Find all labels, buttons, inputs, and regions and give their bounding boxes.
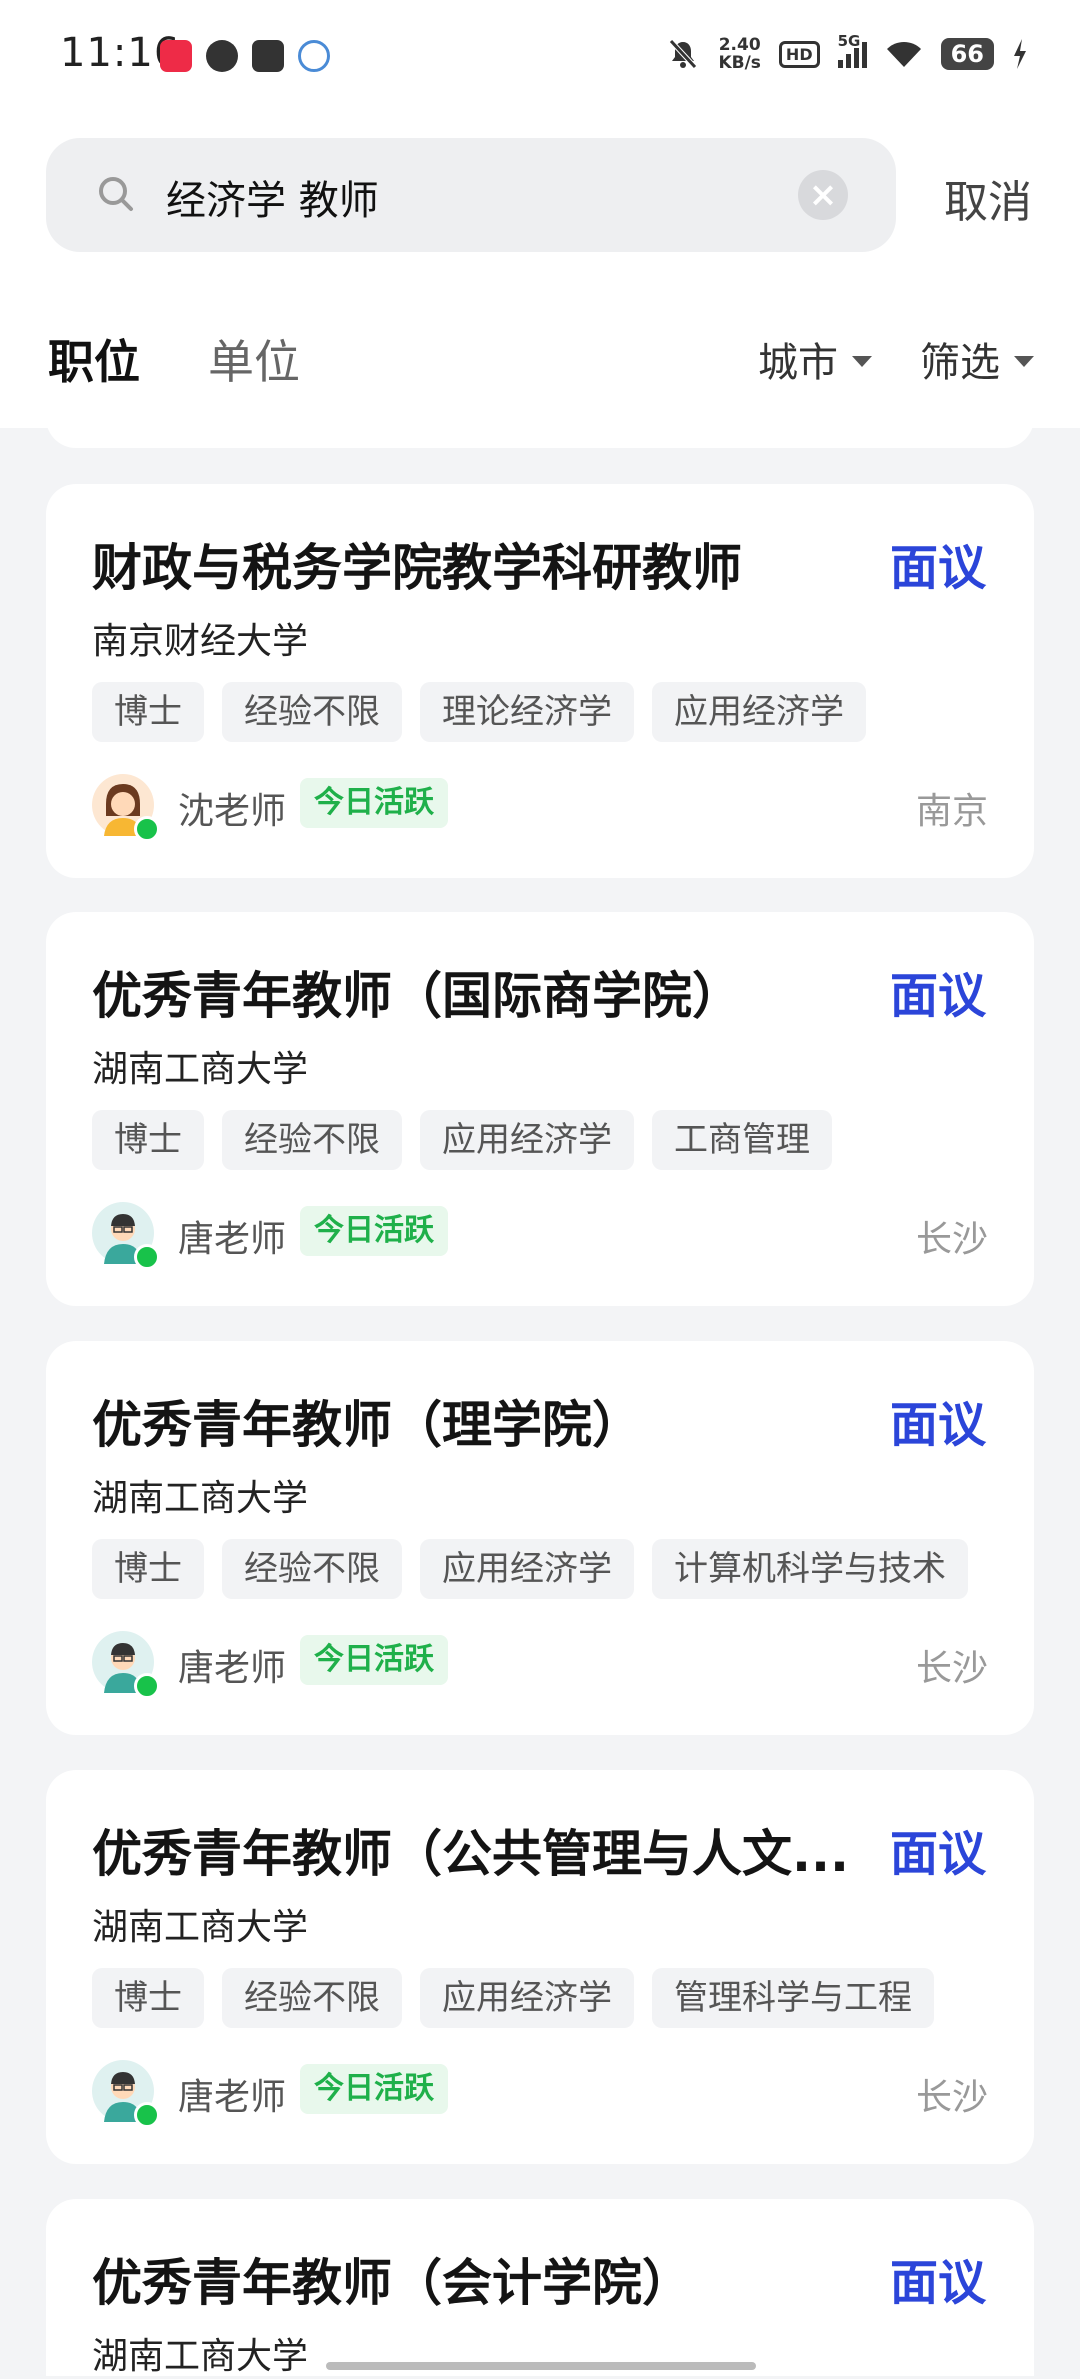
mute-bell-icon — [669, 39, 698, 69]
tag: 博士 — [92, 1968, 204, 2028]
city-filter-label: 城市 — [758, 340, 838, 386]
wifi-icon — [886, 41, 921, 67]
leaf-app-icon — [206, 40, 238, 72]
recruiter-row: 沈老师 今日活跃 南京 — [92, 774, 988, 842]
job-card[interactable]: 优秀青年教师（公共管理与人文... 面议 湖南工商大学 博士 经验不限 应用经济… — [46, 1770, 1034, 2164]
cancel-button[interactable]: 取消 — [944, 166, 1032, 230]
mail-app-icon — [252, 40, 284, 72]
chat-app-icon — [298, 40, 330, 72]
online-status-dot — [134, 1673, 160, 1699]
salary: 面议 — [889, 2255, 986, 2311]
job-city: 长沙 — [915, 1219, 988, 1260]
recruiter-name: 唐老师 — [178, 1648, 287, 1689]
organization-name: 湖南工商大学 — [92, 1478, 309, 1519]
caret-down-icon — [1014, 355, 1034, 367]
recruiter-name: 唐老师 — [178, 2077, 287, 2118]
salary: 面议 — [889, 1826, 986, 1882]
online-status-dot — [134, 816, 160, 842]
recruiter-row: 唐老师 今日活跃 长沙 — [92, 2060, 988, 2128]
tag: 管理科学与工程 — [652, 1968, 934, 2028]
job-city: 长沙 — [915, 2077, 988, 2118]
tag: 理论经济学 — [420, 682, 634, 742]
active-badge: 今日活跃 — [300, 778, 448, 828]
recruiter-row: 唐老师 今日活跃 长沙 — [92, 1631, 988, 1699]
organization-name: 湖南工商大学 — [92, 1049, 309, 1090]
tab-positions[interactable]: 职位 — [48, 326, 140, 392]
recruiter-name: 沈老师 — [178, 791, 287, 832]
speed-unit: KB/s — [718, 53, 761, 73]
recruiter-name: 唐老师 — [178, 1219, 287, 1260]
battery-icon: 66 — [940, 38, 994, 70]
active-badge: 今日活跃 — [300, 1206, 448, 1256]
online-status-dot — [134, 1244, 160, 1270]
network-type: 5G — [837, 32, 861, 50]
search-icon — [99, 177, 133, 211]
recruiter-row: 唐老师 今日活跃 长沙 — [92, 1202, 988, 1270]
city-filter-button[interactable]: 城市 — [758, 330, 872, 388]
tag: 经验不限 — [222, 1110, 402, 1170]
speed-value: 2.40 — [718, 35, 761, 55]
search-input[interactable]: 经济学 教师 — [166, 168, 379, 226]
job-title: 优秀青年教师（理学院） — [92, 1396, 642, 1454]
job-card[interactable]: 财政与税务学院教学科研教师 面议 南京财经大学 博士 经验不限 理论经济学 应用… — [46, 484, 1034, 878]
job-city: 长沙 — [915, 1648, 988, 1689]
job-card[interactable]: 优秀青年教师（会计学院） 面议 湖南工商大学 — [46, 2199, 1034, 2377]
salary: 面议 — [889, 540, 986, 596]
tag: 经验不限 — [222, 682, 402, 742]
job-city: 南京 — [915, 791, 988, 832]
tag: 博士 — [92, 1110, 204, 1170]
organization-name: 南京财经大学 — [92, 621, 309, 662]
filter-label: 筛选 — [920, 340, 1000, 386]
clear-search-button[interactable]: × — [798, 170, 848, 220]
online-status-dot — [134, 2102, 160, 2128]
salary: 面议 — [889, 1397, 986, 1453]
active-badge: 今日活跃 — [300, 1635, 448, 1685]
search-bar[interactable]: 经济学 教师 × — [46, 138, 896, 252]
tag: 应用经济学 — [420, 1110, 634, 1170]
job-title: 优秀青年教师（会计学院） — [92, 2254, 692, 2312]
tag: 博士 — [92, 682, 204, 742]
job-tags: 博士 经验不限 应用经济学 计算机科学与技术 — [92, 1539, 968, 1599]
active-badge: 今日活跃 — [300, 2064, 448, 2114]
tag: 经验不限 — [222, 1968, 402, 2028]
charging-icon — [1014, 39, 1026, 69]
network-speed: 2.40 KB/s — [718, 36, 760, 72]
job-card[interactable]: 优秀青年教师（理学院） 面议 湖南工商大学 博士 经验不限 应用经济学 计算机科… — [46, 1341, 1034, 1735]
home-indicator[interactable] — [326, 2362, 756, 2370]
caret-down-icon — [852, 355, 872, 367]
close-icon: × — [808, 175, 838, 215]
hd-icon: HD — [778, 40, 820, 68]
tag: 工商管理 — [652, 1110, 832, 1170]
job-tags: 博士 经验不限 应用经济学 管理科学与工程 — [92, 1968, 934, 2028]
tag: 经验不限 — [222, 1539, 402, 1599]
notification-icons — [160, 40, 330, 72]
tag: 应用经济学 — [420, 1539, 634, 1599]
salary: 面议 — [889, 968, 986, 1024]
app-notification-icon — [160, 40, 192, 72]
tag: 应用经济学 — [652, 682, 866, 742]
job-title: 优秀青年教师（国际商学院） — [92, 967, 742, 1025]
job-title: 优秀青年教师（公共管理与人文... — [92, 1825, 849, 1883]
job-card[interactable]: 优秀青年教师（国际商学院） 面议 湖南工商大学 博士 经验不限 应用经济学 工商… — [46, 912, 1034, 1306]
job-tags: 博士 经验不限 应用经济学 工商管理 — [92, 1110, 832, 1170]
signal-icon: 5G — [837, 32, 867, 68]
more-filter-button[interactable]: 筛选 — [920, 330, 1034, 388]
tag: 计算机科学与技术 — [652, 1539, 968, 1599]
tag: 应用经济学 — [420, 1968, 634, 2028]
status-right-icons: 2.40 KB/s HD 5G 66 — [666, 32, 1028, 72]
tag: 博士 — [92, 1539, 204, 1599]
previous-card-edge — [46, 410, 1034, 448]
status-bar: 11:16 2.40 KB/s HD 5G 66 — [0, 0, 1080, 110]
job-tags: 博士 经验不限 理论经济学 应用经济学 — [92, 682, 866, 742]
organization-name: 湖南工商大学 — [92, 2336, 309, 2377]
job-title: 财政与税务学院教学科研教师 — [92, 539, 742, 597]
organization-name: 湖南工商大学 — [92, 1907, 309, 1948]
tab-organizations[interactable]: 单位 — [208, 326, 300, 392]
